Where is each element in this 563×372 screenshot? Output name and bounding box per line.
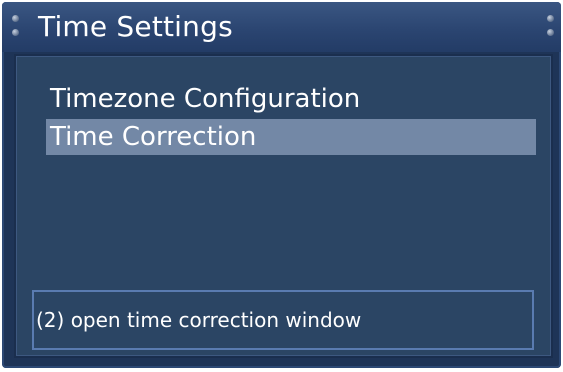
title-bar: Time Settings bbox=[2, 2, 561, 52]
screw-icon bbox=[547, 15, 554, 22]
screw-icon bbox=[12, 29, 19, 36]
screw-icon bbox=[547, 29, 554, 36]
menu-item-timezone-configuration[interactable]: Timezone Configuration bbox=[46, 81, 536, 117]
status-box: (2) open time correction window bbox=[32, 290, 534, 350]
screw-icon bbox=[12, 15, 19, 22]
menu-item-time-correction[interactable]: Time Correction bbox=[46, 119, 536, 155]
status-text: (2) open time correction window bbox=[36, 308, 362, 332]
content-panel: Timezone Configuration Time Correction (… bbox=[14, 54, 553, 358]
window-title: Time Settings bbox=[38, 10, 233, 43]
time-settings-window: Time Settings Timezone Configuration Tim… bbox=[2, 2, 561, 368]
